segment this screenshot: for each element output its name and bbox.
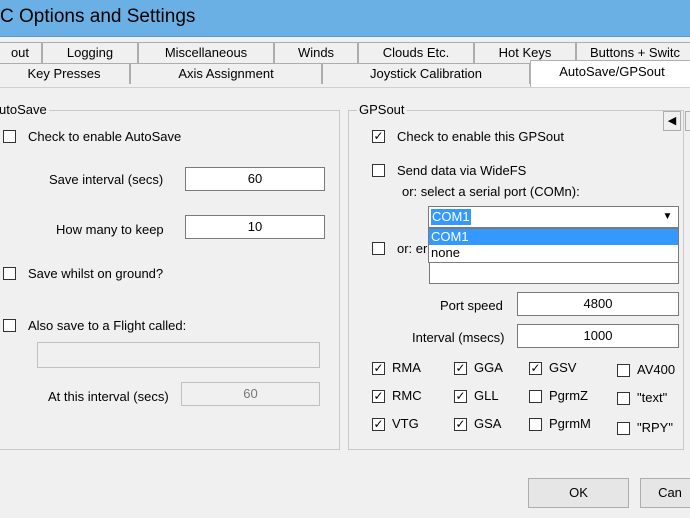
sentence-av400-label: AV400: [637, 362, 676, 377]
or-option-checkbox[interactable]: [372, 242, 385, 255]
sentence-av400-checkbox[interactable]: [617, 364, 630, 377]
sentence-gll-label: GLL: [474, 388, 499, 403]
interval-msecs-label: Interval (msecs): [412, 330, 505, 345]
port-speed-label: Port speed: [440, 298, 503, 313]
check-icon: ✓: [373, 417, 384, 431]
tab-layout[interactable]: out: [0, 42, 42, 63]
save-interval-input[interactable]: 60: [185, 167, 325, 191]
gpsout-enable-checkbox[interactable]: ✓: [372, 130, 385, 143]
com-port-option[interactable]: none: [429, 245, 678, 261]
keep-count-label: How many to keep: [56, 222, 164, 237]
sentence-gsv-label: GSV: [549, 360, 577, 375]
scroll-right-button[interactable]: [685, 111, 690, 131]
sentence-text-label: "text": [637, 390, 668, 405]
save-on-ground-label: Save whilst on ground?: [28, 266, 164, 281]
window-title: C Options and Settings: [0, 6, 196, 27]
sentence-rpy-label: "RPY": [637, 420, 673, 435]
check-icon: ✓: [455, 389, 466, 403]
or-option-input[interactable]: [429, 260, 679, 284]
flight-name-input[interactable]: [37, 342, 320, 368]
save-to-flight-checkbox[interactable]: [3, 319, 16, 332]
tab-winds[interactable]: Winds: [274, 42, 358, 63]
sentence-gsv-checkbox[interactable]: ✓: [529, 362, 542, 375]
sentence-gga-checkbox[interactable]: ✓: [454, 362, 467, 375]
sentence-gsa-checkbox[interactable]: ✓: [454, 418, 467, 431]
check-icon: ✓: [455, 361, 466, 375]
save-to-flight-label: Also save to a Flight called:: [28, 318, 187, 333]
sentence-gga-label: GGA: [474, 360, 503, 375]
chevron-down-icon[interactable]: ▼: [659, 209, 676, 225]
gpsout-enable-label: Check to enable this GPSout: [397, 129, 564, 144]
save-on-ground-checkbox[interactable]: [3, 267, 16, 280]
title-bar[interactable]: C Options and Settings: [0, 0, 690, 37]
ok-button[interactable]: OK: [528, 478, 629, 508]
sentence-vtg-label: VTG: [392, 416, 419, 431]
sentence-rma-checkbox[interactable]: ✓: [372, 362, 385, 375]
tab-clouds[interactable]: Clouds Etc.: [358, 42, 474, 63]
tab-miscellaneous[interactable]: Miscellaneous: [138, 42, 274, 63]
sentence-pgrmm-label: PgrmM: [549, 416, 591, 431]
tab-key-presses[interactable]: Key Presses: [0, 63, 130, 84]
tab-autosave-gpsout[interactable]: AutoSave/GPSout: [530, 60, 690, 87]
sentence-text-checkbox[interactable]: [617, 392, 630, 405]
save-interval-label: Save interval (secs): [49, 172, 164, 187]
tab-joystick-calibration[interactable]: Joystick Calibration: [322, 63, 530, 84]
or-option-label: or: er: [397, 241, 428, 256]
autosave-enable-label: Check to enable AutoSave: [28, 129, 182, 144]
widefs-label: Send data via WideFS: [397, 163, 527, 178]
sentence-vtg-checkbox[interactable]: ✓: [372, 418, 385, 431]
check-icon: ✓: [455, 417, 466, 431]
sentence-pgrmz-label: PgrmZ: [549, 388, 588, 403]
cancel-button[interactable]: Can: [640, 478, 690, 508]
com-port-selected-value: COM1: [431, 209, 471, 225]
check-icon: ✓: [373, 361, 384, 375]
com-port-select[interactable]: COM1 ▼: [428, 206, 679, 228]
at-interval-label: At this interval (secs): [48, 389, 169, 404]
gpsout-group-label: GPSout: [357, 102, 407, 117]
widefs-checkbox[interactable]: [372, 164, 385, 177]
com-port-option[interactable]: COM1: [429, 229, 678, 245]
sentence-rma-label: RMA: [392, 360, 421, 375]
com-port-dropdown-list: COM1 none: [428, 228, 679, 263]
at-interval-input[interactable]: 60: [181, 382, 320, 406]
tab-axis-assignment[interactable]: Axis Assignment: [130, 63, 322, 84]
keep-count-input[interactable]: 10: [185, 215, 325, 239]
serial-port-label: or: select a serial port (COMn):: [402, 184, 580, 199]
tab-logging[interactable]: Logging: [42, 42, 138, 63]
check-icon: ✓: [530, 361, 541, 375]
sentence-rmc-label: RMC: [392, 388, 422, 403]
autosave-group-label: utoSave: [0, 102, 49, 117]
sentence-rpy-checkbox[interactable]: [617, 422, 630, 435]
sentence-gll-checkbox[interactable]: ✓: [454, 390, 467, 403]
interval-msecs-input[interactable]: 1000: [517, 324, 679, 348]
autosave-enable-checkbox[interactable]: [3, 130, 16, 143]
check-icon: ✓: [373, 129, 384, 143]
port-speed-input[interactable]: 4800: [517, 292, 679, 316]
sentence-pgrmz-checkbox[interactable]: [529, 390, 542, 403]
scroll-left-icon[interactable]: ◀: [663, 111, 681, 131]
sentence-gsa-label: GSA: [474, 416, 502, 431]
sentence-pgrmm-checkbox[interactable]: [529, 418, 542, 431]
check-icon: ✓: [373, 389, 384, 403]
sentence-rmc-checkbox[interactable]: ✓: [372, 390, 385, 403]
